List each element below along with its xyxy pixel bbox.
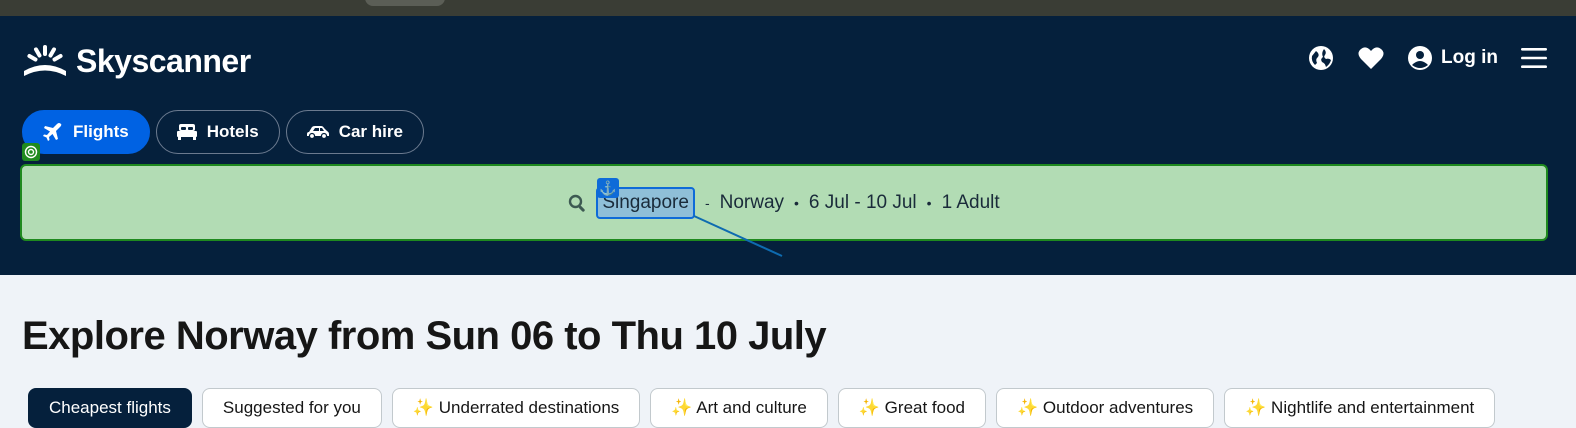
- header-actions: Log in: [1285, 44, 1548, 72]
- chip-nightlife-and-entertainment[interactable]: ✨ Nightlife and entertainment: [1224, 388, 1496, 428]
- route-separator: -: [704, 194, 710, 211]
- chip-great-food[interactable]: ✨ Great food: [837, 388, 987, 428]
- dot-separator: •: [926, 194, 932, 211]
- plane-icon: [43, 122, 63, 142]
- brand-name: Skyscanner: [76, 43, 251, 79]
- search-summary: Singapore - Norway • 6 Jul - 10 Jul • 1 …: [568, 186, 1000, 219]
- tab-label: Flights: [73, 122, 129, 141]
- tab-label: Car hire: [338, 122, 403, 141]
- filter-chips: Cheapest flights Suggested for you ✨ Und…: [28, 388, 1496, 428]
- chip-underrated-destinations[interactable]: ✨ Underrated destinations: [391, 388, 641, 428]
- target-marker-icon: [22, 143, 40, 161]
- login-button[interactable]: Log in: [1407, 45, 1498, 71]
- sunrise-logo-icon: [24, 45, 66, 76]
- anchor-icon: ⚓: [597, 178, 619, 198]
- tab-hotels[interactable]: Hotels: [155, 110, 280, 154]
- dates-text: 6 Jul - 10 Jul: [808, 191, 917, 213]
- travellers-text: 1 Adult: [941, 191, 1000, 213]
- search-icon: [568, 194, 586, 212]
- menu-icon[interactable]: [1520, 44, 1548, 72]
- product-tabs: Flights Hotels Car hire: [22, 110, 424, 154]
- account-icon: [1408, 46, 1433, 70]
- browser-chrome-strip: [0, 0, 1576, 16]
- tab-car-hire[interactable]: Car hire: [285, 110, 424, 154]
- tab-label: Hotels: [206, 122, 259, 141]
- chip-outdoor-adventures[interactable]: ✨ Outdoor adventures: [996, 388, 1215, 428]
- chip-suggested-for-you[interactable]: Suggested for you: [201, 388, 382, 428]
- page-title: Explore Norway from Sun 06 to Thu 10 Jul…: [22, 314, 827, 358]
- heart-icon[interactable]: [1357, 44, 1385, 72]
- skyscanner-logo[interactable]: Skyscanner: [22, 43, 251, 79]
- tab-flights[interactable]: Flights: [22, 110, 150, 154]
- dot-separator: •: [794, 194, 799, 211]
- search-summary-bar[interactable]: Singapore - Norway • 6 Jul - 10 Jul • 1 …: [20, 164, 1548, 241]
- car-icon: [306, 125, 329, 139]
- login-label: Log in: [1441, 47, 1498, 68]
- browser-tab[interactable]: [365, 0, 445, 6]
- destination-text: Norway: [719, 191, 785, 213]
- bed-icon: [176, 123, 197, 141]
- chip-cheapest-flights[interactable]: Cheapest flights: [28, 388, 192, 428]
- chip-art-and-culture[interactable]: ✨ Art and culture: [650, 388, 828, 428]
- globe-icon[interactable]: [1307, 44, 1335, 72]
